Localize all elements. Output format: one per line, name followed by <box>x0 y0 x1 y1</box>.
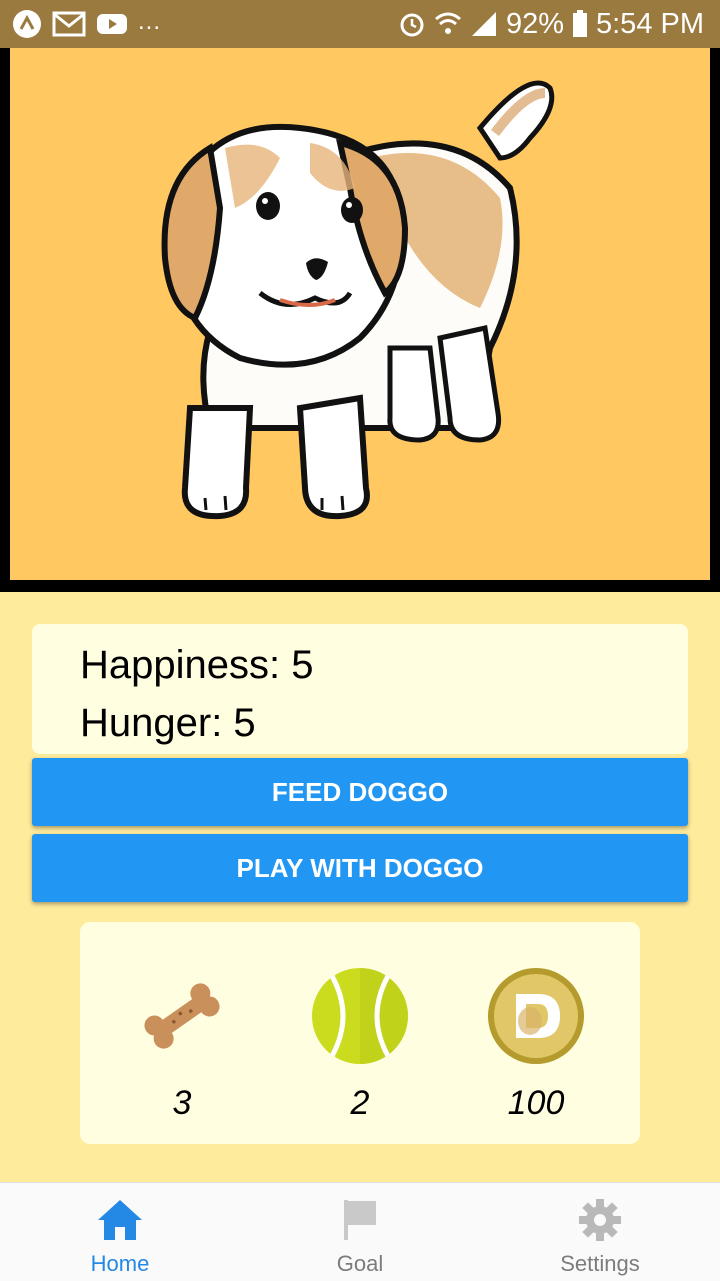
tab-goal[interactable]: Goal <box>280 1183 440 1281</box>
gear-icon <box>579 1199 621 1241</box>
gmail-icon <box>52 10 86 38</box>
hunger-stat: Hunger: 5 <box>80 701 256 745</box>
pet-image <box>10 48 710 580</box>
tab-settings-label: Settings <box>560 1251 640 1276</box>
dogecoin-item[interactable] <box>476 966 596 1066</box>
app-icon <box>12 9 42 39</box>
puppy-drawing <box>161 80 555 520</box>
tennis-ball-count: 2 <box>350 1084 370 1122</box>
bone-item[interactable] <box>122 966 242 1066</box>
youtube-icon <box>96 12 128 36</box>
bone-count: 3 <box>172 1084 192 1122</box>
inventory-panel: 3 2 100 <box>80 922 640 1144</box>
bone-icon <box>144 983 220 1049</box>
home-icon <box>98 1200 142 1240</box>
status-bar: ... 92% 5:54 PM <box>0 0 720 48</box>
tab-settings[interactable]: Settings <box>520 1183 680 1281</box>
play-with-doggo-button[interactable]: PLAY WITH DOGGO <box>32 834 688 902</box>
stats-card: Happiness: 5 Hunger: 5 <box>32 624 688 754</box>
pet-image-frame <box>0 48 720 592</box>
battery-percentage: 92% <box>505 7 564 40</box>
tab-home-label: Home <box>90 1251 150 1276</box>
wifi-icon <box>434 11 462 37</box>
tennis-ball-item[interactable] <box>300 966 420 1066</box>
dogecoin-count: 100 <box>507 1084 565 1122</box>
tab-home[interactable]: Home <box>40 1183 200 1281</box>
happiness-stat: Happiness: 5 <box>80 643 314 687</box>
notification-overflow: ... <box>138 8 162 35</box>
tennis-ball-icon <box>312 968 408 1064</box>
battery-icon <box>572 10 588 38</box>
bottom-tab-bar: Home Goal Settings <box>0 1182 720 1281</box>
flag-icon <box>344 1200 376 1240</box>
signal-icon <box>470 10 498 38</box>
alarm-icon <box>398 10 426 38</box>
dogecoin-icon <box>488 968 584 1064</box>
clock: 5:54 PM <box>596 7 704 40</box>
tab-goal-label: Goal <box>336 1251 384 1276</box>
feed-doggo-button[interactable]: FEED DOGGO <box>32 758 688 826</box>
